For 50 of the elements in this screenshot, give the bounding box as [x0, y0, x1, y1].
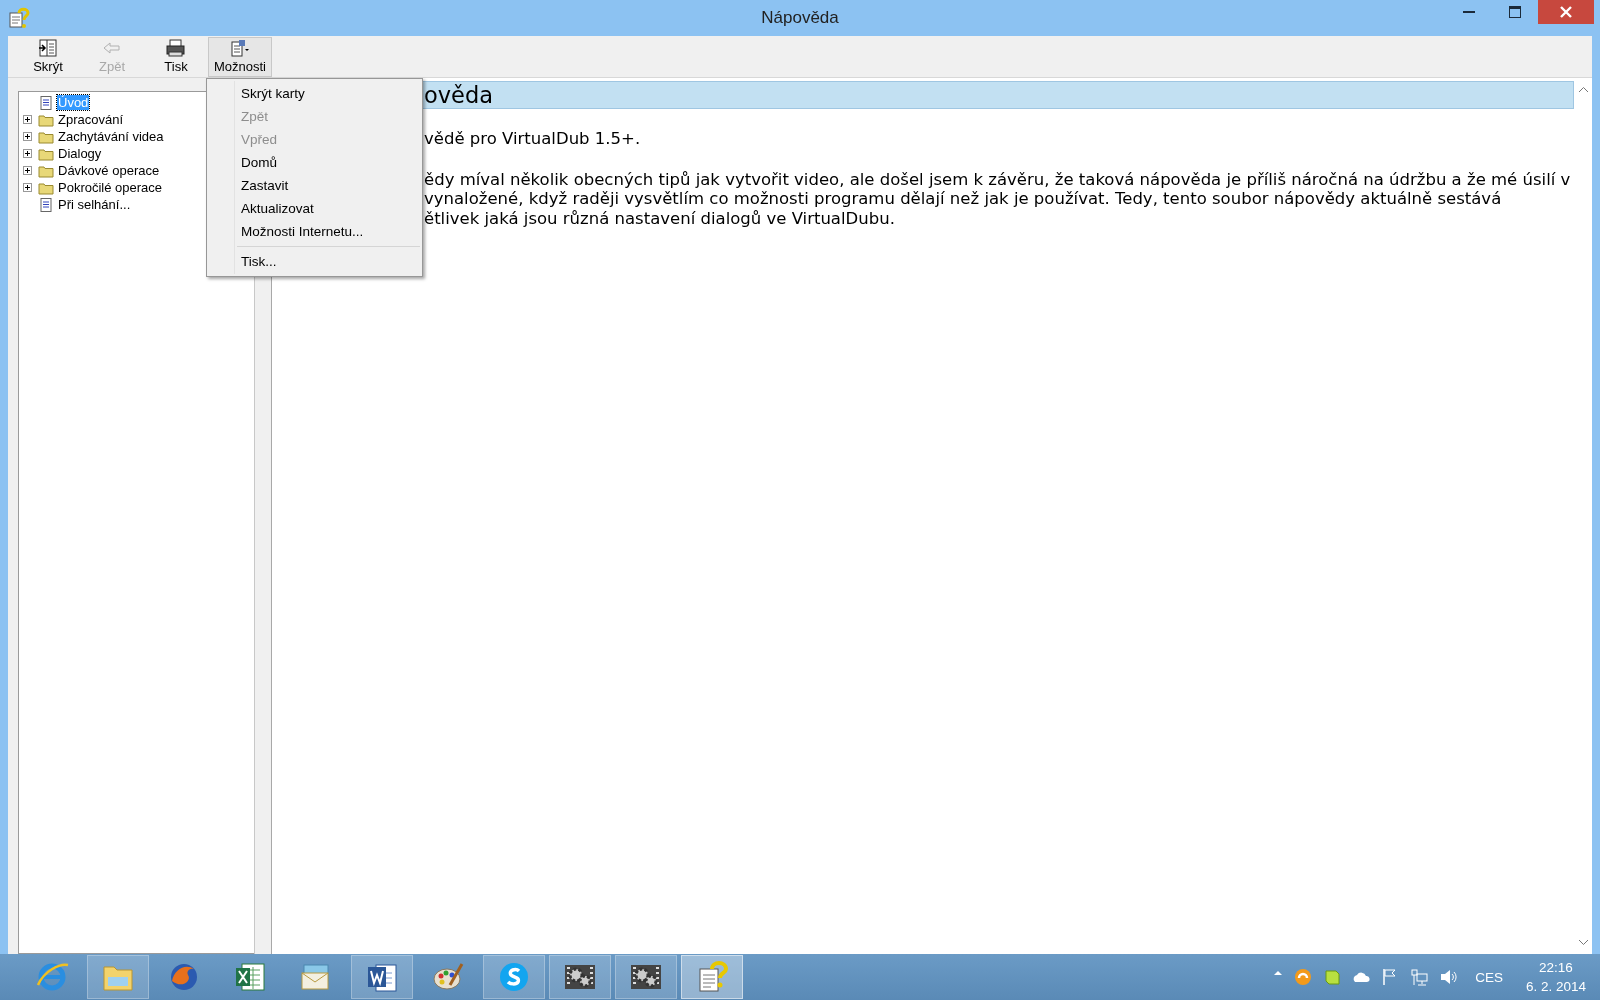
speaker-icon[interactable]: [1438, 967, 1459, 987]
folder-icon: [38, 180, 54, 195]
tree-item[interactable]: Pokročilé operace: [57, 180, 164, 195]
window-title: Nápověda: [761, 8, 839, 28]
toolbar-button[interactable]: Skrýt: [16, 37, 80, 77]
tree-item[interactable]: Zpracování: [57, 112, 125, 127]
maximize-icon: [1508, 5, 1522, 19]
page-icon: [38, 197, 54, 212]
minimize-icon: [1463, 11, 1475, 13]
network-icon[interactable]: [1409, 967, 1430, 987]
menu-item[interactable]: Domů: [207, 151, 422, 174]
paragraph-line: ědy míval několik obecných tipů jak vytvořit video, ale došel jsem k závěru, že taková nápověda je příliš náročná na údržbu a že mé úsilí v: [424, 169, 1572, 189]
menu-item[interactable]: Aktualizovat: [207, 197, 422, 220]
paragraph-line: ětlivek jaká jsou různá nastavení dialogů ve VirtualDubu.: [424, 208, 896, 228]
taskbar-button[interactable]: [615, 955, 677, 999]
page-icon: [38, 95, 54, 110]
close-icon: [1559, 5, 1573, 19]
menu-item[interactable]: Tisk...: [207, 250, 422, 273]
expand-icon[interactable]: [23, 166, 32, 175]
intro-text: vědě pro VirtualDub 1.5+.: [424, 129, 642, 149]
scroll-up-icon[interactable]: [1577, 86, 1589, 93]
help-app-icon: [8, 7, 30, 29]
tree-item[interactable]: Dialogy: [57, 146, 103, 161]
tree-item[interactable]: Při selhání...: [57, 197, 132, 212]
scroll-down-icon[interactable]: [1577, 939, 1589, 946]
toolbar-button[interactable]: Tisk: [144, 37, 208, 77]
paragraph-line: vynaložené, když raději vysvětlím co možnosti programu dělají než jak je používat. Tedy, tento soubor nápovědy aktuálně sestává: [424, 189, 1503, 209]
expand-icon[interactable]: [23, 149, 32, 158]
printer-icon: [165, 38, 187, 58]
taskbar-button[interactable]: [681, 955, 743, 999]
leaf-icon[interactable]: [1322, 967, 1343, 987]
taskbar-button[interactable]: [351, 955, 413, 999]
folder-icon: [38, 129, 54, 144]
tree-item[interactable]: Dávkové operace: [57, 163, 161, 178]
page-heading: ověda: [424, 82, 493, 108]
menu-item[interactable]: Skrýt karty: [207, 82, 422, 105]
expand-icon[interactable]: [23, 115, 32, 124]
toolbar-button[interactable]: Možnosti: [208, 37, 272, 77]
menu-item[interactable]: Zastavit: [207, 174, 422, 197]
menu-item[interactable]: Možnosti Internetu...: [207, 220, 422, 243]
hide-pane-icon: [37, 38, 59, 58]
folder-icon: [38, 112, 54, 127]
close-button[interactable]: [1538, 0, 1594, 24]
expand-icon[interactable]: [23, 132, 32, 141]
folder-icon: [38, 146, 54, 161]
options-icon: [229, 38, 251, 58]
taskbar-button[interactable]: [549, 955, 611, 999]
folder-icon: [38, 163, 54, 178]
tree-item[interactable]: Zachytávání videa: [57, 129, 165, 144]
expand-icon[interactable]: [23, 183, 32, 192]
